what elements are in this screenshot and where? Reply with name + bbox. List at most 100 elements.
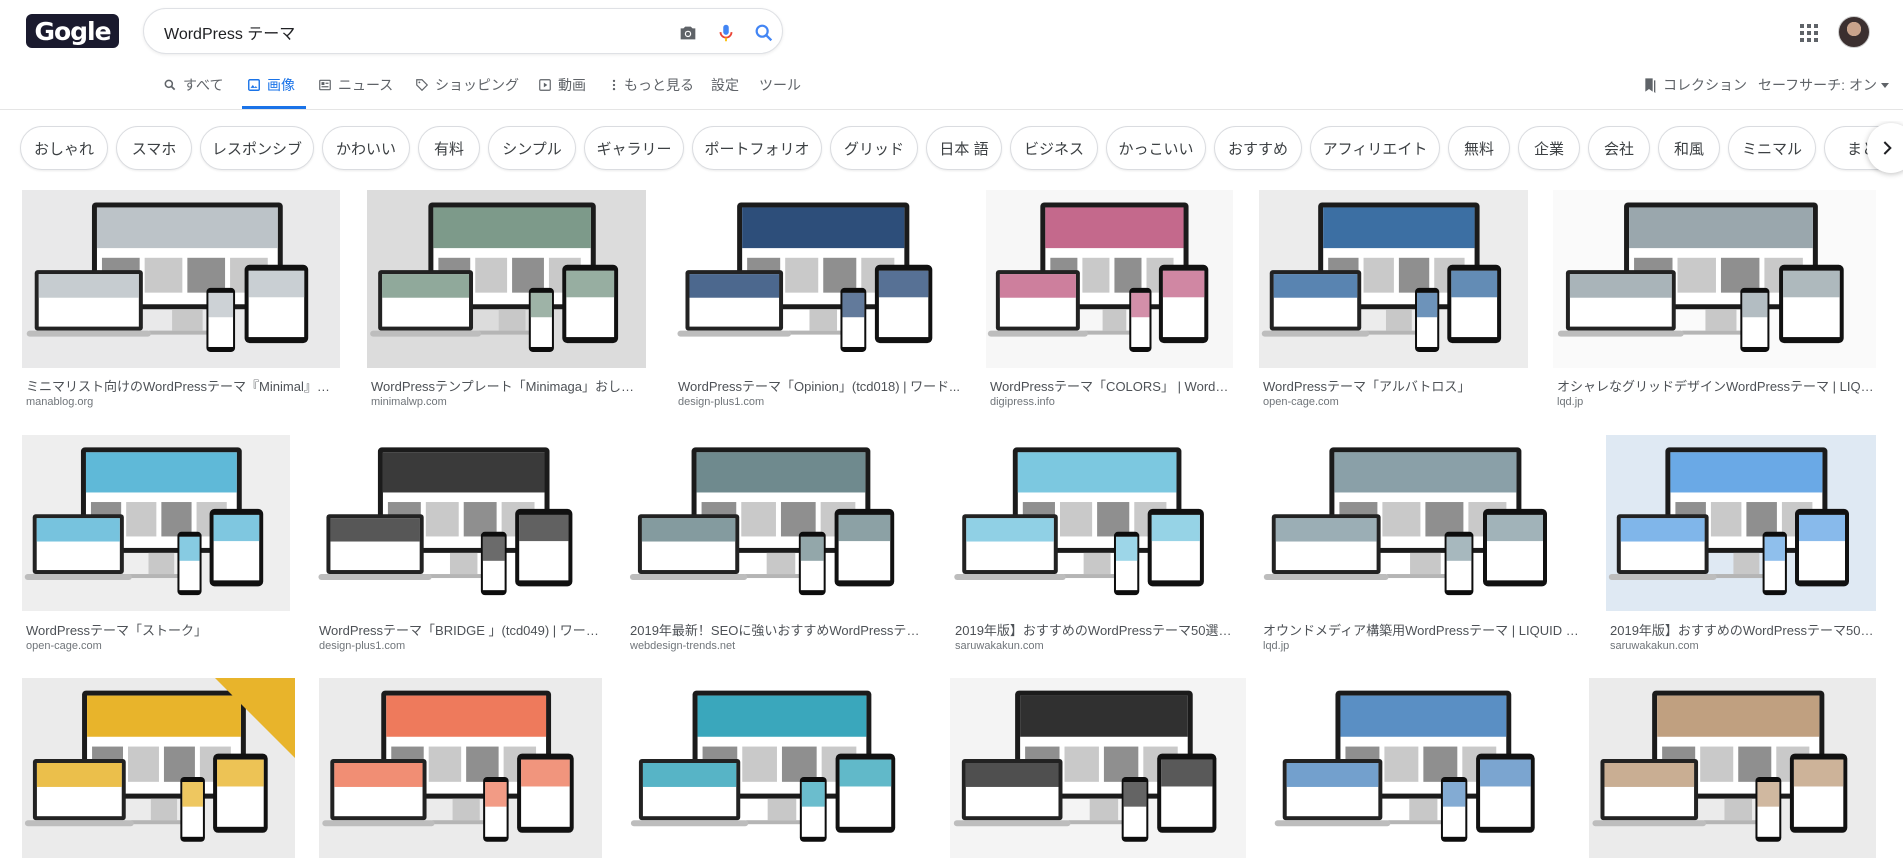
result-card[interactable]: WordPressテーマ「ストーク」 open-cage.com [22,435,290,655]
chip[interactable]: おしゃれ [20,126,108,170]
phone-hero [1131,292,1150,318]
result-title[interactable]: 2019年版】おすすめのWordPressテーマ50選... [1610,620,1876,639]
result-thumbnail[interactable] [1553,190,1876,368]
chip[interactable]: 有料 [418,126,480,170]
chip[interactable]: グリッド [830,126,918,170]
result-thumbnail[interactable] [1589,678,1876,858]
tab-news[interactable]: ニュース [318,74,393,96]
chip[interactable]: スマホ [116,126,192,170]
chip[interactable]: 会社 [1588,126,1650,170]
tab-tools[interactable]: ツール [759,74,801,96]
chip[interactable]: 和風 [1658,126,1720,170]
google-doodle-logo[interactable]: Gogle [26,14,119,48]
result-thumbnail[interactable] [674,190,961,368]
result-card[interactable] [1271,678,1564,858]
collections-link[interactable]: コレクション [1643,74,1747,96]
chip[interactable]: 無料 [1448,126,1510,170]
result-card[interactable]: オシャレなグリッドデザインWordPressテーマ | LIQUI... lqd… [1553,190,1876,410]
result-card[interactable]: WordPressテーマ「COLORS」 | WordPr... digipre… [986,190,1233,410]
tab-all[interactable]: すべて [163,74,223,96]
mic-icon[interactable] [714,21,738,45]
camera-icon[interactable] [676,21,700,45]
result-title[interactable]: WordPressテーマ「BRIDGE 」(tcd049) | ワード... [319,620,601,639]
chip[interactable]: 日本 語 [926,126,1002,170]
laptop-hero [334,763,423,787]
chip[interactable]: アフィリエイト [1310,126,1440,170]
chip[interactable]: かわいい [322,126,410,170]
result-title[interactable]: WordPressテンプレート「Minimaga」おしゃれ... [371,376,646,395]
tab-videos[interactable]: 動画 [538,74,586,96]
phone-hero [1123,782,1147,807]
result-thumbnail[interactable] [1259,435,1579,611]
result-title[interactable]: オウンドメディア構築用WordPressテーマ | LIQUID P... [1263,620,1579,639]
result-title[interactable]: WordPressテーマ「COLORS」 | WordPr... [990,376,1233,395]
tab-images[interactable]: 画像 [247,74,295,96]
screen-card [1423,746,1458,782]
chip[interactable]: かっこいい [1106,126,1206,170]
result-card[interactable]: WordPressテーマ「BRIDGE 」(tcd049) | ワード... d… [315,435,601,655]
tag-icon [416,79,429,92]
safesearch-toggle[interactable]: セーフサーチ: オン [1758,74,1896,96]
collections-label: コレクション [1663,77,1747,93]
result-title[interactable]: オシャレなグリッドデザインWordPressテーマ | LIQUI... [1557,376,1876,395]
chip[interactable]: おすすめ [1214,126,1302,170]
apps-grid-icon[interactable] [1797,21,1821,45]
tab-shopping[interactable]: ショッピング [415,74,519,96]
tablet-hero [1783,270,1840,298]
result-card[interactable] [319,678,602,858]
search-input[interactable] [164,19,624,45]
result-title[interactable]: WordPressテーマ「アルバトロス」 [1263,376,1528,395]
screen-card [1677,257,1716,293]
result-card[interactable]: オウンドメディア構築用WordPressテーマ | LIQUID P... lq… [1259,435,1579,655]
result-title[interactable]: WordPressテーマ「Opinion」(tcd018) | ワード... [678,376,961,395]
thumbnail-graphic [24,678,295,842]
result-thumbnail[interactable] [986,190,1233,368]
result-title[interactable]: ミニマリスト向けのWordPressテーマ『Minimal』を作... [26,376,340,395]
result-thumbnail[interactable] [626,435,924,611]
chip[interactable]: ポートフォリオ [692,126,822,170]
result-domain: webdesign-trends.net [630,640,736,652]
result-thumbnail[interactable] [951,435,1232,611]
search-icon[interactable] [752,21,776,45]
result-thumbnail[interactable] [1271,678,1564,858]
result-thumbnail[interactable] [22,190,340,368]
result-title[interactable]: 2019年版】おすすめのWordPressテーマ50選：... [955,620,1232,639]
result-thumbnail[interactable] [319,678,602,858]
result-thumbnail[interactable] [22,678,295,858]
result-card[interactable]: ミニマリスト向けのWordPressテーマ『Minimal』を作... mana… [22,190,340,410]
result-card[interactable] [1589,678,1876,858]
result-thumbnail[interactable] [1259,190,1528,368]
result-card[interactable]: WordPressテーマ「アルバトロス」 open-cage.com [1259,190,1528,410]
result-thumbnail[interactable] [1606,435,1876,611]
chip[interactable]: ビジネス [1010,126,1098,170]
tab-label: ツール [759,77,801,93]
result-card[interactable] [627,678,925,858]
chip[interactable]: 企業 [1518,126,1580,170]
chip[interactable]: レスポンシブ [200,126,314,170]
monitor-stand [449,552,478,575]
screen-card [1738,746,1772,782]
result-card[interactable]: 2019年版】おすすめのWordPressテーマ50選... saruwakak… [1606,435,1876,655]
result-thumbnail[interactable] [950,678,1246,858]
account-avatar[interactable] [1838,16,1870,48]
result-card[interactable]: 2019年最新！SEOに強いおすすめWordPressテー... webdesi… [626,435,924,655]
result-card[interactable]: WordPressテーマ「Opinion」(tcd018) | ワード... d… [674,190,961,410]
tablet-hero [1451,270,1498,298]
tab-settings[interactable]: 設定 [711,74,739,96]
result-title[interactable]: 2019年最新！SEOに強いおすすめWordPressテー... [630,620,924,639]
result-card[interactable] [22,678,295,858]
result-card[interactable] [950,678,1246,858]
result-thumbnail[interactable] [367,190,646,368]
result-card[interactable]: 2019年版】おすすめのWordPressテーマ50選：... saruwaka… [951,435,1232,655]
result-thumbnail[interactable] [627,678,925,858]
tab-more[interactable]: もっと見る [610,74,694,96]
chip[interactable]: シンプル [488,126,576,170]
chip[interactable]: ミニマル [1728,126,1816,170]
chip[interactable]: ギャラリー [584,126,684,170]
result-thumbnail[interactable] [22,435,290,611]
phone-hero [208,292,234,318]
result-card[interactable]: WordPressテンプレート「Minimaga」おしゃれ... minimal… [367,190,646,410]
result-thumbnail[interactable] [315,435,601,611]
result-title[interactable]: WordPressテーマ「ストーク」 [26,620,290,639]
thumbnail-graphic [1274,690,1535,842]
